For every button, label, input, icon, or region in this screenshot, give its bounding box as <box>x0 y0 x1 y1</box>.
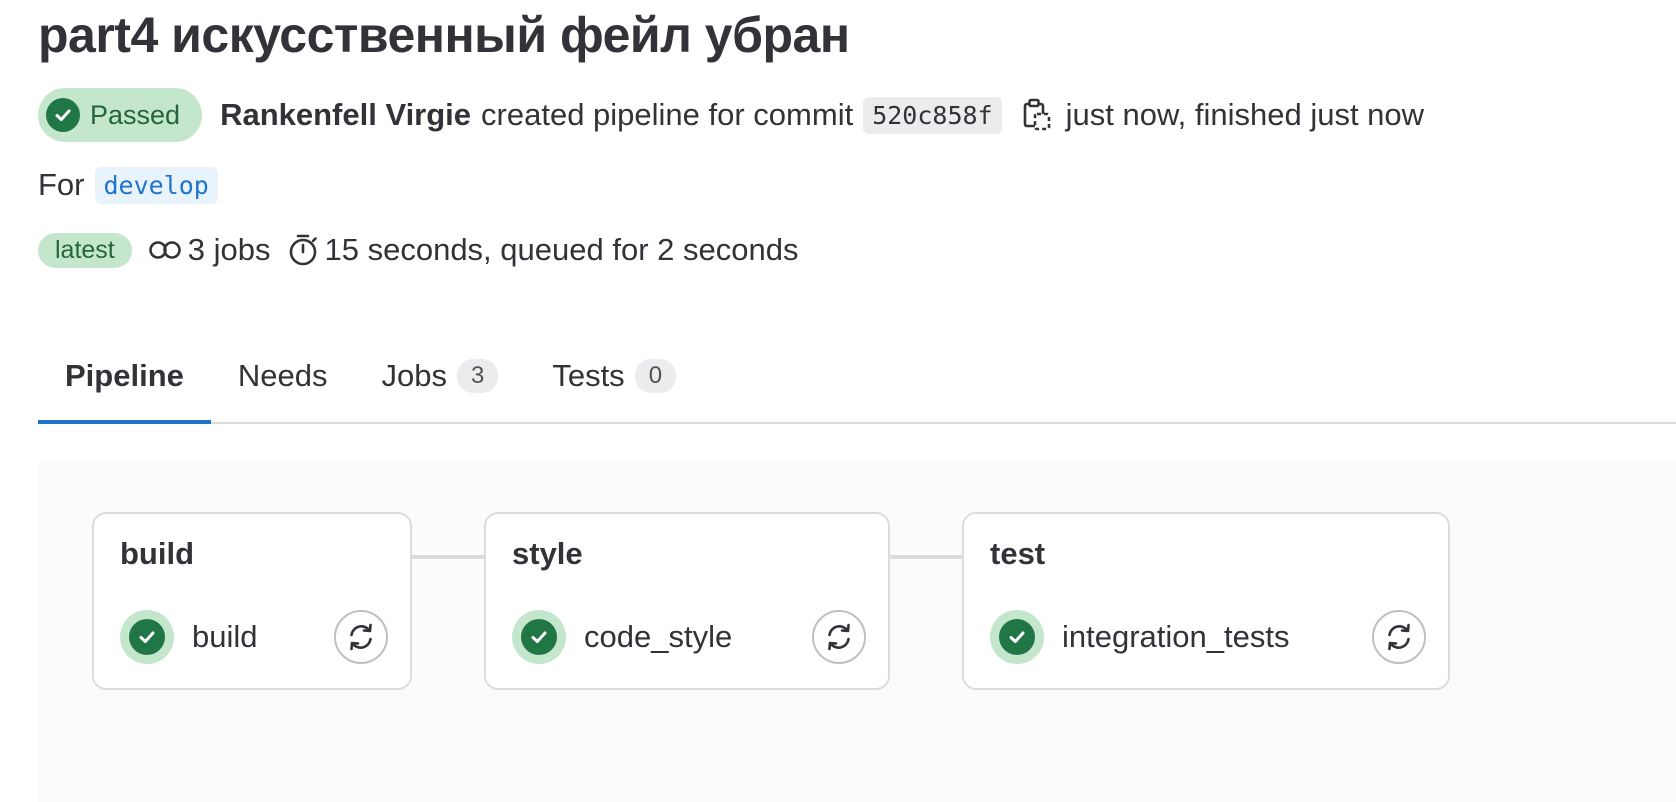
tab-label: Pipeline <box>65 358 184 393</box>
stopwatch-icon <box>287 233 319 267</box>
commit-sha[interactable]: 520c858f <box>863 96 1002 134</box>
check-circle-icon <box>512 610 566 664</box>
tab-pipeline[interactable]: Pipeline <box>38 330 211 424</box>
author-name[interactable]: Rankenfell Virgie <box>220 97 471 133</box>
tab-needs[interactable]: Needs <box>211 330 355 422</box>
job-item[interactable]: integration_tests <box>990 610 1426 664</box>
stage-card-build: build build <box>92 512 412 690</box>
stage-card-style: style code_style <box>484 512 890 690</box>
latest-badge: latest <box>38 232 132 268</box>
pipeline-meta: Passed Rankenfell Virgie created pipelin… <box>38 88 1424 142</box>
tab-label: Jobs <box>381 358 447 393</box>
stage-card-test: test integration_tests <box>962 512 1450 690</box>
pipeline-jobs-icon <box>148 238 182 262</box>
jobs-count-text: 3 jobs <box>187 232 271 267</box>
tab-tests[interactable]: Tests 0 <box>525 330 703 422</box>
pipeline-page: part4 искусственный фейл убран Passed Ra… <box>0 0 1676 802</box>
job-item[interactable]: build <box>120 610 388 664</box>
pipeline-info: latest 3 jobs 15 seconds, queued for 2 s… <box>38 229 798 271</box>
tab-count-badge: 3 <box>456 359 499 393</box>
retry-icon <box>828 623 850 651</box>
retry-button[interactable] <box>334 610 388 664</box>
stage-connector <box>412 555 484 559</box>
status-label: Passed <box>90 99 181 130</box>
pipeline-graph: build build style code_style test integr… <box>38 460 1676 802</box>
check-circle-icon <box>120 610 174 664</box>
stage-title: build <box>120 536 195 571</box>
branch-ref-link[interactable]: develop <box>94 166 218 204</box>
duration-text: 15 seconds, queued for 2 seconds <box>324 232 799 267</box>
check-circle-icon <box>46 98 80 132</box>
action-text: created pipeline for commit <box>481 97 854 132</box>
check-circle-icon <box>990 610 1044 664</box>
retry-button[interactable] <box>1372 610 1426 664</box>
pipeline-tabs: Pipeline Needs Jobs 3 Tests 0 <box>38 330 1676 424</box>
tab-count-badge: 0 <box>634 359 677 393</box>
job-name: code_style <box>584 619 733 654</box>
for-label: For <box>38 167 85 202</box>
retry-button[interactable] <box>812 610 866 664</box>
timing-text: just now, finished just now <box>1065 97 1425 132</box>
stage-connector <box>890 555 962 559</box>
ref-row: For develop <box>38 164 218 206</box>
copy-to-clipboard-icon[interactable] <box>1016 95 1056 135</box>
retry-icon <box>350 623 372 651</box>
retry-icon <box>1388 623 1410 651</box>
job-name: integration_tests <box>1062 619 1290 654</box>
tab-label: Needs <box>237 358 328 393</box>
stage-title: style <box>512 536 583 571</box>
page-title: part4 искусственный фейл убран <box>38 7 850 63</box>
status-badge[interactable]: Passed <box>38 88 203 142</box>
job-item[interactable]: code_style <box>512 610 866 664</box>
stage-title: test <box>990 536 1046 571</box>
tab-jobs[interactable]: Jobs 3 <box>354 330 525 422</box>
tab-label: Tests <box>552 358 625 393</box>
job-name: build <box>192 619 258 654</box>
